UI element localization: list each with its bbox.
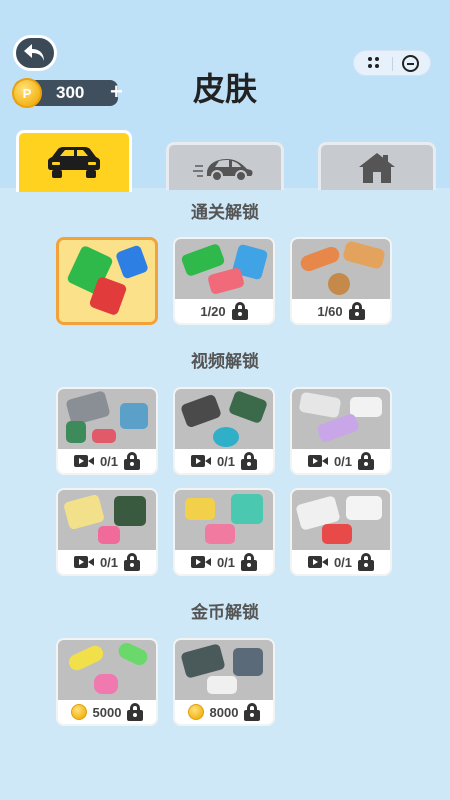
lock-icon bbox=[358, 452, 375, 470]
skin-preview-trucks bbox=[58, 389, 156, 451]
card-footer: 1/20 bbox=[175, 299, 273, 323]
card-footer: 0/1 bbox=[175, 550, 273, 574]
coin-icon bbox=[70, 704, 87, 720]
mini-program-capsule bbox=[353, 50, 431, 76]
progress-text: 0/1 bbox=[333, 453, 353, 469]
price-text: 8000 bbox=[209, 704, 239, 720]
progress-text: 1/60 bbox=[317, 303, 343, 319]
progress-text: 0/1 bbox=[216, 453, 236, 469]
skin-preview-buses bbox=[58, 490, 156, 552]
card-footer: 0/1 bbox=[292, 449, 390, 473]
back-arrow-icon bbox=[24, 44, 44, 61]
capsule-divider bbox=[392, 57, 393, 71]
progress-text: 1/20 bbox=[200, 303, 226, 319]
card-footer: 0/1 bbox=[58, 449, 156, 473]
card-footer: 0/1 bbox=[175, 449, 273, 473]
lock-icon bbox=[358, 553, 375, 571]
racecar-icon bbox=[193, 158, 253, 182]
more-dots-icon[interactable] bbox=[367, 56, 381, 70]
lock-icon bbox=[241, 452, 258, 470]
skin-card-coin-2[interactable]: 8000 bbox=[173, 638, 275, 726]
section-title-level: 通关解锁 bbox=[191, 203, 259, 222]
lock-icon bbox=[231, 302, 248, 320]
section-title-video: 视频解锁 bbox=[191, 352, 259, 371]
lock-icon bbox=[348, 302, 365, 320]
skin-card-video-4[interactable]: 0/1 bbox=[56, 488, 158, 576]
coin-icon bbox=[187, 704, 204, 720]
tab-racecar[interactable] bbox=[166, 142, 284, 190]
skin-card-video-6[interactable]: 0/1 bbox=[290, 488, 392, 576]
lock-icon bbox=[124, 553, 141, 571]
skin-card-level-1[interactable] bbox=[56, 237, 158, 325]
lock-icon bbox=[124, 452, 141, 470]
progress-text: 0/1 bbox=[99, 554, 119, 570]
tab-house[interactable] bbox=[318, 142, 436, 190]
card-footer: 8000 bbox=[175, 700, 273, 724]
skin-preview-boats bbox=[58, 640, 156, 702]
house-icon bbox=[359, 152, 395, 183]
progress-text: 0/1 bbox=[216, 554, 236, 570]
progress-text: 0/1 bbox=[333, 554, 353, 570]
video-icon bbox=[190, 455, 211, 467]
skin-preview-emergency bbox=[292, 490, 390, 552]
price-text: 5000 bbox=[92, 704, 122, 720]
skin-preview-food bbox=[292, 239, 390, 301]
section-title-coin: 金币解锁 bbox=[191, 603, 259, 622]
skin-preview-vintage bbox=[175, 490, 273, 552]
skin-preview-vans bbox=[175, 640, 273, 702]
skin-preview-vehicles bbox=[175, 389, 273, 451]
video-icon bbox=[73, 455, 94, 467]
skin-card-coin-1[interactable]: 5000 bbox=[56, 638, 158, 726]
lock-icon bbox=[241, 553, 258, 571]
card-footer: 1/60 bbox=[292, 299, 390, 323]
skin-preview-racing bbox=[292, 389, 390, 451]
tab-car[interactable] bbox=[16, 130, 132, 192]
video-icon bbox=[73, 556, 94, 568]
car-icon bbox=[48, 146, 100, 178]
video-icon bbox=[307, 556, 328, 568]
skin-card-video-3[interactable]: 0/1 bbox=[290, 387, 392, 475]
video-icon bbox=[190, 556, 211, 568]
card-footer: 0/1 bbox=[292, 550, 390, 574]
skin-card-video-5[interactable]: 0/1 bbox=[173, 488, 275, 576]
lock-icon bbox=[244, 703, 261, 721]
skin-card-level-2[interactable]: 1/20 bbox=[173, 237, 275, 325]
skin-card-level-3[interactable]: 1/60 bbox=[290, 237, 392, 325]
card-footer: 5000 bbox=[58, 700, 156, 724]
skin-card-video-1[interactable]: 0/1 bbox=[56, 387, 158, 475]
skin-card-video-2[interactable]: 0/1 bbox=[173, 387, 275, 475]
skin-preview-cars bbox=[59, 240, 155, 322]
close-mini-program-icon[interactable] bbox=[402, 55, 419, 72]
card-footer: 0/1 bbox=[58, 550, 156, 574]
progress-text: 0/1 bbox=[99, 453, 119, 469]
video-icon bbox=[307, 455, 328, 467]
skin-preview-racecars bbox=[175, 239, 273, 301]
lock-icon bbox=[127, 703, 144, 721]
